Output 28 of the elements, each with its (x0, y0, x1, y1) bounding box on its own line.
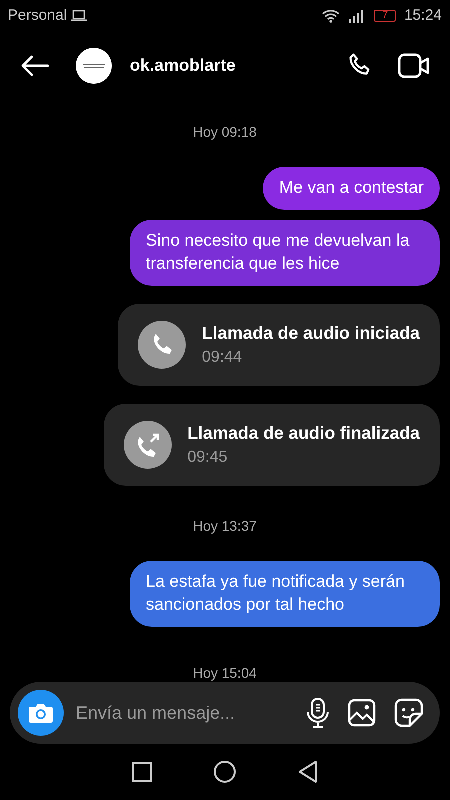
call-title: Llamada de audio iniciada (202, 322, 420, 345)
timestamp: Hoy 15:04 (193, 664, 257, 682)
timestamp: Hoy 13:37 (193, 517, 257, 536)
video-call-button[interactable] (398, 53, 430, 79)
sent-message: La estafa ya fue notificada y serán sancionados por tal hecho (130, 561, 440, 628)
wifi-icon (322, 9, 340, 23)
call-title: Llamada de audio finalizada (188, 422, 420, 446)
sticker-button[interactable] (394, 698, 424, 728)
call-time: 09:45 (188, 448, 229, 468)
carrier-name: Personal (8, 6, 68, 26)
back-nav-button[interactable] (298, 761, 318, 783)
microphone-button[interactable] (306, 697, 330, 729)
username[interactable]: ok.amoblarte (130, 53, 346, 79)
camera-button[interactable] (18, 690, 64, 736)
home-button[interactable] (214, 761, 236, 783)
message-input[interactable]: Envía un mensaje... (74, 698, 296, 728)
gallery-button[interactable] (348, 699, 376, 727)
laptop-icon (71, 10, 88, 22)
clock: 15:24 (404, 6, 442, 26)
timestamp: Hoy 09:18 (193, 123, 257, 142)
sent-message: Me van a contestar (263, 167, 440, 210)
back-button[interactable] (20, 55, 50, 77)
sent-message: Sino necesito que me devuelvan la transferencia que les hice (130, 220, 440, 286)
camera-icon (28, 702, 54, 724)
battery-indicator: 7 (374, 10, 396, 22)
call-time: 09:44 (202, 348, 244, 368)
recent-apps-button[interactable] (132, 762, 152, 782)
profile-avatar[interactable] (76, 48, 112, 84)
